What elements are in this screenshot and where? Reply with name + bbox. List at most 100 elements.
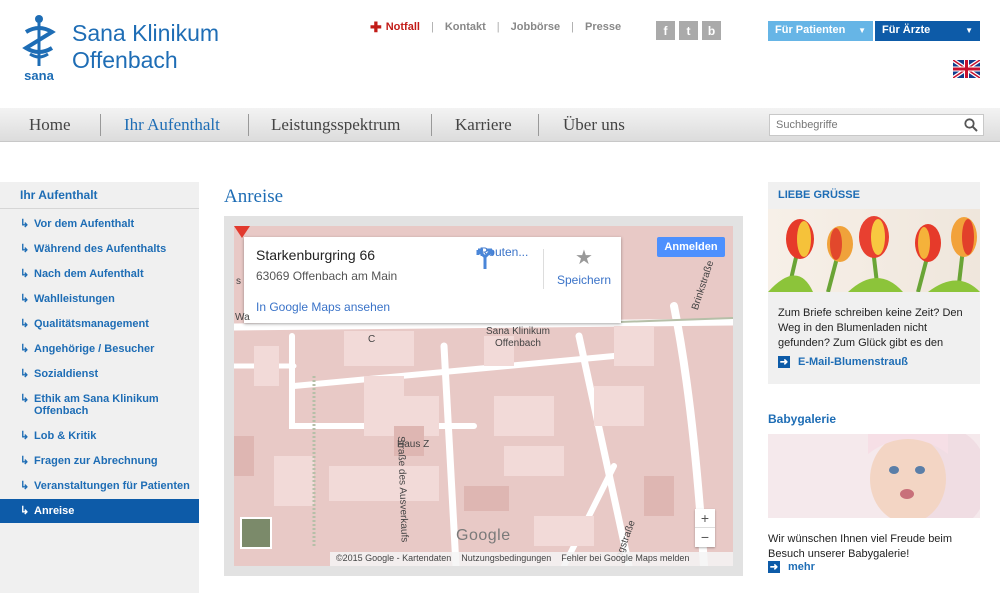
sidebar-item-anreise[interactable]: ↳ Anreise [0,499,199,523]
sidebar-item-lob-kritik[interactable]: ↳ Lob & Kritik [0,430,199,442]
sidebar-list: ↳ Vor dem Aufenthalt ↳ Während des Aufenth… [0,218,199,523]
map-label-wa: Wa [235,312,250,323]
brand-line2: Offenbach [72,47,178,73]
nav-divider [431,114,432,136]
star-icon: ★ [575,247,593,269]
page-title: Anreise [224,186,284,207]
arrow-right-icon: ➜ [778,356,790,368]
sidebar-item-vor-dem-aufenthalt[interactable]: ↳ Vor dem Aufenthalt [0,218,199,230]
arrow-icon: ↳ [20,430,30,442]
arrow-right-icon: ➜ [768,561,780,573]
divider [543,249,544,289]
map-copyright: ©2015 Google - Kartendaten [336,553,452,563]
jobboerse-link[interactable]: Jobbörse [511,21,561,33]
nav-divider [538,114,539,136]
kontakt-link[interactable]: Kontakt [445,21,486,33]
save-button[interactable]: ★ Speichern [554,245,614,287]
zoom-control: + − [695,509,715,547]
address-line1: Starkenburgring 66 [256,247,376,263]
arrow-icon: ↳ [20,218,30,230]
arrow-icon: ↳ [20,343,30,355]
liebe-gruesse-box: LIEBE GRÜSSE Zum Briefe schreiben keine … [768,182,980,384]
sign-in-button[interactable]: Anmelden [657,237,725,257]
map-label-c: C [368,334,376,345]
box-text: Zum Briefe schreiben keine Zeit? Den Weg… [778,307,963,349]
brand-name[interactable]: Sana Klinikum Offenbach [72,20,219,74]
search-placeholder: Suchbegriffe [776,119,838,131]
map-label-s: s [236,276,241,287]
map-label-hospital: Sana Klinikum Offenbach [486,326,550,349]
arrow-icon: ↳ [20,318,30,330]
terms-link[interactable]: Nutzungsbedingungen [461,553,551,565]
map-info-card: Starkenburgring 66 63069 Offenbach am Ma… [244,237,621,323]
directions-button[interactable]: Routen... [474,245,534,269]
red-cross-icon: ✚ [370,18,382,35]
uk-flag-icon[interactable] [953,60,980,78]
tulips-image[interactable] [768,209,980,293]
open-in-google-maps-link[interactable]: In Google Maps ansehen [256,300,390,314]
sidebar-item-veranstaltungen[interactable]: ↳ Veranstaltungen für Patienten [0,480,199,492]
box-heading[interactable]: Babygalerie [768,412,980,434]
sidebar-item-fragen-abrechnung[interactable]: ↳ Fragen zur Abrechnung [0,455,199,467]
baby-image[interactable] [768,429,988,529]
sidebar-item-waehrend[interactable]: ↳ Während des Aufenthalts [0,243,199,255]
arrow-icon: ↳ [20,393,30,405]
directions-icon [476,248,494,269]
babygalerie-box: Babygalerie Wir wünschen Ihnen viel Freu… [768,412,988,582]
sidebar: Ihr Aufenthalt ↳ Vor dem Aufenthalt ↳ Währ… [0,182,199,593]
email-blumenstrauss-link[interactable]: ➜ E-Mail-Blumenstrauß [778,356,908,368]
google-logo: Google [456,527,511,544]
top-navigation: ✚ Notfall | Kontakt | Jobbörse | Presse [370,18,621,35]
google-map[interactable]: Starkenburgring 66 63069 Offenbach am Ma… [234,226,733,566]
arrow-icon: ↳ [20,293,30,305]
social-links: f t b [656,21,721,40]
facebook-icon[interactable]: f [656,21,675,40]
fuer-aerzte-dropdown[interactable]: Für Ärzte ▼ [875,21,980,41]
zoom-in-button[interactable]: + [695,509,715,528]
arrow-icon: ↳ [20,368,30,380]
arrow-icon: ↳ [20,480,30,492]
sidebar-item-sozialdienst[interactable]: ↳ Sozialdienst [0,368,199,380]
sana-logo-icon[interactable]: sana [16,14,62,84]
satellite-toggle[interactable] [240,517,272,549]
caret-down-icon: ▼ [858,26,866,35]
twitter-icon[interactable]: t [679,21,698,40]
map-footer: ©2015 Google - Kartendaten Nutzungsbedin… [330,552,733,566]
blog-icon[interactable]: b [702,21,721,40]
site-header: sana Sana Klinikum Offenbach ✚ Notfall | … [0,0,1000,108]
nav-home[interactable]: Home [29,115,71,135]
caret-down-icon: ▼ [965,26,973,35]
box-text: Wir wünschen Ihnen viel Freude beim Besu… [768,533,953,560]
sidebar-item-angehoerige[interactable]: ↳ Angehörige / Besucher [0,343,199,355]
nav-karriere[interactable]: Karriere [455,115,512,135]
search-input[interactable]: Suchbegriffe [769,114,984,136]
arrow-icon: ↳ [20,455,30,467]
arrow-icon: ↳ [20,505,30,517]
box-heading: LIEBE GRÜSSE [778,189,860,201]
report-error-link[interactable]: Fehler bei Google Maps melden [561,553,689,565]
zoom-out-button[interactable]: − [695,528,715,546]
address-line2: 63069 Offenbach am Main [256,269,398,283]
sidebar-item-wahlleistungen[interactable]: ↳ Wahlleistungen [0,293,199,305]
nav-ueber-uns[interactable]: Über uns [563,115,625,135]
mehr-link[interactable]: ➜ mehr [768,561,815,573]
fuer-patienten-dropdown[interactable]: Für Patienten ▼ [768,21,873,41]
logo-text: sana [24,68,54,83]
search-icon[interactable] [964,118,978,132]
separator: | [430,21,434,33]
sidebar-item-ethik[interactable]: ↳ Ethik am Sana Klinikum Offenbach [0,393,199,417]
sidebar-heading[interactable]: Ihr Aufenthalt [0,182,199,209]
separator: | [496,21,500,33]
notfall-link[interactable]: ✚ Notfall [370,18,420,35]
presse-link[interactable]: Presse [585,21,621,33]
arrow-icon: ↳ [20,243,30,255]
separator: | [571,21,575,33]
brand-line1: Sana Klinikum [72,20,220,46]
map-frame: Starkenburgring 66 63069 Offenbach am Ma… [224,216,743,576]
nav-ihr-aufenthalt[interactable]: Ihr Aufenthalt [124,115,220,135]
main-navigation: Home Ihr Aufenthalt Leistungsspektrum Ka… [0,108,1000,142]
sidebar-item-qualitaetsmanagement[interactable]: ↳ Qualitätsmanagement [0,318,199,330]
nav-leistungsspektrum[interactable]: Leistungsspektrum [271,115,400,135]
nav-divider [248,114,249,136]
sidebar-item-nach-dem-aufenthalt[interactable]: ↳ Nach dem Aufenthalt [0,268,199,280]
